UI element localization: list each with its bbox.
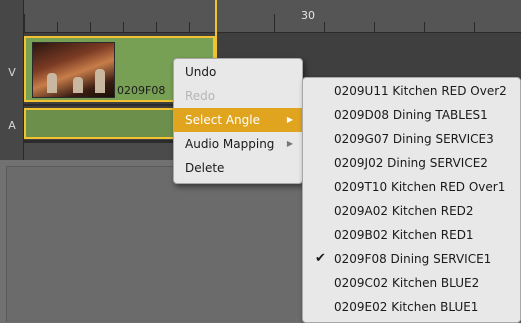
- track-label-audio[interactable]: A: [0, 119, 24, 132]
- menu-item-redo: Redo: [174, 84, 302, 108]
- menu-item-undo[interactable]: Undo: [174, 60, 302, 84]
- menu-item-label: Redo: [185, 89, 216, 103]
- menu-item-label: Audio Mapping: [185, 137, 275, 151]
- angle-label: 0209E02 Kitchen BLUE1: [334, 300, 479, 314]
- ruler-tick: [324, 22, 325, 32]
- menu-item-label: Undo: [185, 65, 217, 79]
- menu-item-label: Delete: [185, 161, 225, 175]
- menu-item-label: Select Angle: [185, 113, 260, 127]
- angle-item[interactable]: 0209D08 Dining TABLES1: [303, 103, 520, 127]
- angle-item[interactable]: 0209A02 Kitchen RED2: [303, 199, 520, 223]
- ruler-tick: [474, 22, 475, 32]
- ruler-tick: [424, 22, 425, 32]
- select-angle-submenu: 0209U11 Kitchen RED Over2 0209D08 Dining…: [302, 77, 521, 323]
- triangle-right-icon: ▶: [286, 139, 293, 148]
- angle-label: 0209D08 Dining TABLES1: [334, 108, 488, 122]
- ruler-tick: [189, 22, 190, 32]
- angle-item[interactable]: 0209U11 Kitchen RED Over2: [303, 79, 520, 103]
- ruler-tick: [123, 22, 124, 32]
- angle-item[interactable]: 0209G07 Dining SERVICE3: [303, 127, 520, 151]
- track-header-column: [0, 0, 24, 160]
- angle-item[interactable]: 0209C02 Kitchen BLUE2: [303, 271, 520, 295]
- angle-label: 0209F08 Dining SERVICE1: [334, 252, 492, 266]
- triangle-right-icon: ▶: [286, 115, 293, 124]
- angle-label: 0209A02 Kitchen RED2: [334, 204, 474, 218]
- time-ruler[interactable]: 30: [24, 0, 521, 33]
- clip-thumbnail: [32, 42, 115, 98]
- context-menu: Undo Redo Select Angle ▶ Audio Mapping ▶ D…: [173, 58, 303, 184]
- ruler-tick: [274, 14, 275, 32]
- angle-item[interactable]: 0209B02 Kitchen RED1: [303, 223, 520, 247]
- angle-label: 0209C02 Kitchen BLUE2: [334, 276, 480, 290]
- angle-item[interactable]: 0209T10 Kitchen RED Over1: [303, 175, 520, 199]
- angle-item[interactable]: 0209J02 Dining SERVICE2: [303, 151, 520, 175]
- ruler-tick: [156, 22, 157, 32]
- track-label-video[interactable]: V: [0, 66, 24, 79]
- ruler-tick: [374, 22, 375, 32]
- angle-label: 0209B02 Kitchen RED1: [334, 228, 474, 242]
- ruler-tick: [90, 22, 91, 32]
- angle-label: 0209G07 Dining SERVICE3: [334, 132, 494, 146]
- angle-label: 0209U11 Kitchen RED Over2: [334, 84, 507, 98]
- angle-item[interactable]: 0209E02 Kitchen BLUE1: [303, 295, 520, 319]
- angle-label: 0209J02 Dining SERVICE2: [334, 156, 488, 170]
- angle-item-selected[interactable]: ✔ 0209F08 Dining SERVICE1: [303, 247, 520, 271]
- checkmark-icon: ✔: [315, 251, 326, 266]
- menu-item-delete[interactable]: Delete: [174, 156, 302, 180]
- menu-item-select-angle[interactable]: Select Angle ▶: [174, 108, 302, 132]
- ruler-tick: [57, 22, 58, 32]
- angle-label: 0209T10 Kitchen RED Over1: [334, 180, 506, 194]
- clip-name: 0209F08: [117, 84, 166, 97]
- ruler-label: 30: [301, 9, 315, 22]
- menu-item-audio-mapping[interactable]: Audio Mapping ▶: [174, 132, 302, 156]
- ruler-tick: [24, 14, 25, 32]
